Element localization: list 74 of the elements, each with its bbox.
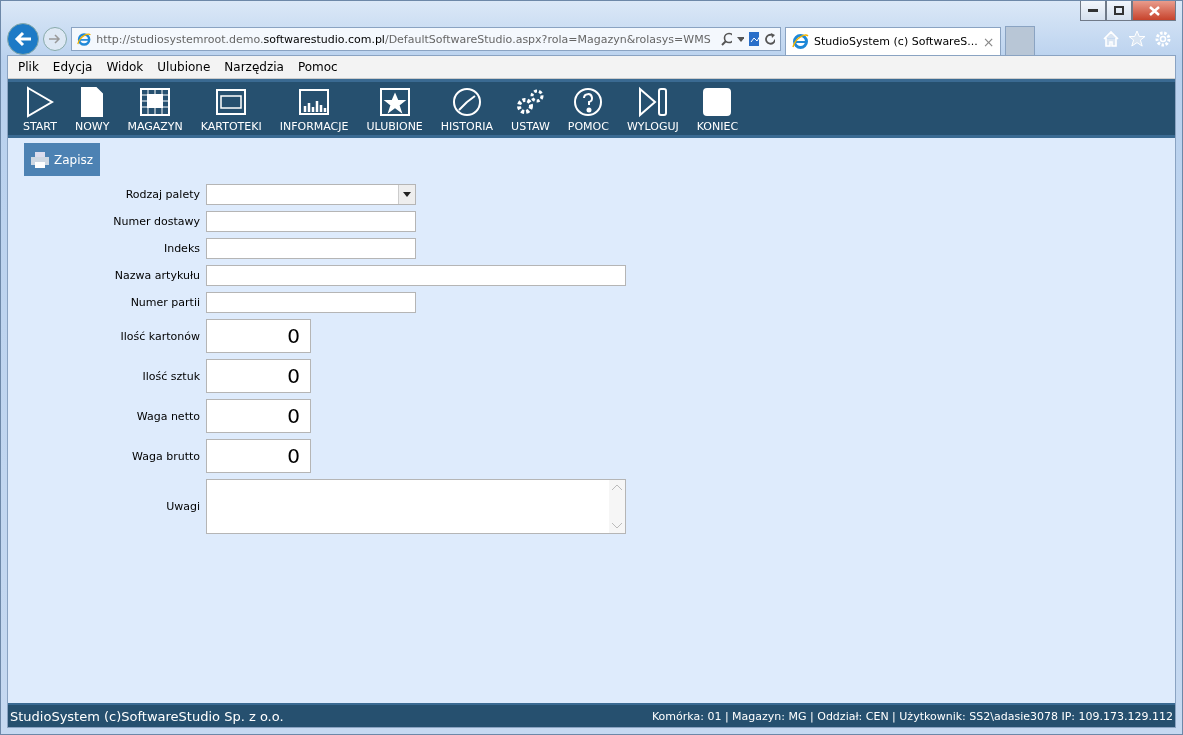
search-icon[interactable] [720,32,733,46]
toolbar-button[interactable]: ULUBIONE [357,86,432,133]
tab-close-button[interactable]: × [982,33,995,50]
toolbar-button[interactable]: INFORMACJE [270,86,358,133]
scroll-down-icon [612,523,622,529]
url-text: http://studiosystemroot.demo.softwarestudio.com.pl/DefaultSoftwareStudio.aspx?rola=Magazyn&rolasys=WMS [96,32,711,46]
close-icon [1148,5,1160,16]
number-field[interactable]: 0 [206,359,311,393]
input-field[interactable] [206,265,626,286]
input-field[interactable] [206,238,416,259]
toolbar-button[interactable]: KARTOTEKI [191,86,271,133]
chart-icon [298,86,331,118]
company-text: StudioSystem (c)SoftwareStudio Sp. z o.o. [10,708,284,724]
restore-icon [1114,6,1124,15]
save-button[interactable]: Zapisz [24,143,101,176]
toolbar-button[interactable]: START [14,86,66,133]
scroll-up-icon [612,484,622,490]
minimize-icon [1088,8,1098,13]
skip-icon [636,86,669,118]
caret-icon[interactable] [737,36,745,42]
text-area[interactable] [206,479,626,534]
window-icon [215,86,248,118]
toolbar-button[interactable]: HISTORIA [431,86,503,133]
menu-item[interactable]: Pomoc [297,60,338,74]
help-icon [572,86,605,118]
field-label: Ilość sztuk [141,369,200,383]
field-label: Uwagi [165,500,200,513]
arrow-right-icon [49,34,61,44]
menu-item[interactable]: Plik [18,60,39,74]
field-label: Waga netto [135,409,200,423]
input-field[interactable] [206,292,416,313]
toolbar-button[interactable]: MAGAZYN [118,86,192,133]
document-icon[interactable] [749,32,760,46]
square-icon [701,86,734,118]
toolbar-button[interactable]: WYLOGUJ [617,86,688,133]
number-field[interactable]: 0 [206,399,311,433]
toolbar-button[interactable]: KONIEC [687,86,748,133]
field-label: Numer dostawy [112,215,200,228]
browser-logo-icon [792,33,809,50]
printer-icon [31,151,49,168]
toolbar-button[interactable]: POMOC [558,86,618,133]
menu-item[interactable]: Ulubione [157,60,211,74]
back-button[interactable] [7,23,39,55]
session-info: Komórka: 01 | Magazyn: MG | Oddział: CEN | Użytkownik: SS2\adasie3078 IP: 109.173.129.112 [651,709,1173,723]
maximize-button[interactable] [1106,1,1132,21]
settings-icon[interactable] [1154,30,1172,48]
field-label: Nazwa artykułu [113,269,200,282]
menu-item[interactable]: Edycja [52,60,93,74]
arrow-left-icon [14,31,32,47]
star-icon[interactable] [1128,30,1146,48]
dropdown-field[interactable] [206,184,416,205]
menu-item[interactable]: Widok [106,60,144,74]
refresh-icon[interactable] [764,32,775,46]
menu-item[interactable]: Narzędzia [224,60,284,74]
toolbar-button[interactable]: NOWY [65,86,119,133]
number-field[interactable]: 0 [206,439,311,473]
close-button[interactable] [1132,1,1176,21]
field-label: Indeks [162,242,200,255]
home-icon[interactable] [1102,30,1120,48]
new-tab-button[interactable] [1005,26,1036,55]
browser-tab[interactable]: StudioSystem (c) SoftwareS... × [785,27,1002,55]
field-label: Waga brutto [131,449,200,463]
grid-icon [139,86,172,118]
field-label: Ilość kartonów [119,329,200,343]
input-field[interactable] [206,211,416,232]
minimize-button[interactable] [1080,1,1106,21]
field-label: Numer partii [129,296,200,309]
field-label: Rodzaj palety [124,188,200,201]
caret-icon [403,192,411,197]
toolbar-button[interactable]: USTAW [502,86,559,133]
number-field[interactable]: 0 [206,319,311,353]
forward-button[interactable] [43,27,67,51]
browser-logo-icon [77,30,92,48]
address-bar[interactable]: http://studiosystemroot.demo.softwarestudio.com.pl/DefaultSoftwareStudio.aspx?rola=Magazyn&rolasys=WMS [71,27,781,51]
